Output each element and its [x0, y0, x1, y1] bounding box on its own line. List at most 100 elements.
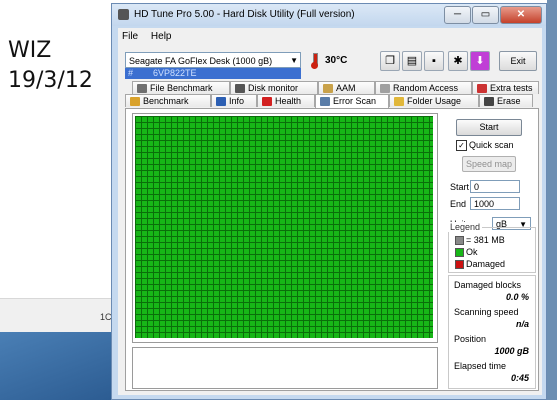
download-arrow-icon: ⬇: [475, 55, 485, 67]
tab-file-benchmark[interactable]: File Benchmark: [132, 81, 230, 94]
tab-label: Error Scan: [333, 96, 377, 106]
disk-monitor-icon: [235, 84, 245, 93]
legend-box: = 381 MB Ok Damaged: [448, 227, 536, 273]
legend-label: Damaged: [466, 259, 506, 269]
end-field[interactable]: 1000: [470, 197, 520, 210]
elapsed-time-label: Elapsed time: [454, 361, 507, 371]
start-field[interactable]: 0: [470, 180, 520, 193]
damaged-blocks-value: 0.0 %: [505, 292, 529, 302]
tab-benchmark[interactable]: Benchmark: [125, 94, 211, 107]
scanning-speed-value: n/a: [515, 319, 529, 329]
serial-number: 6VP822TE: [153, 68, 197, 78]
legend-swatch-green: [455, 248, 464, 258]
magnifier-icon: [320, 97, 330, 106]
scanning-speed-label: Scanning speed: [454, 307, 519, 317]
tab-erase[interactable]: Erase: [479, 94, 533, 107]
start-button[interactable]: Start: [456, 119, 522, 136]
menu-bar: File Help: [118, 28, 542, 45]
tab-label: Health: [275, 96, 302, 106]
minimize-button[interactable]: ─: [444, 6, 471, 24]
tab-label: Folder Usage: [407, 96, 462, 106]
maximize-button[interactable]: ▭: [472, 6, 499, 24]
copy-text-button[interactable]: ❐: [380, 51, 400, 71]
client-area: Seagate FA GoFlex Desk (1000 gB) ▼ #6VP8…: [118, 45, 542, 395]
position-value: 1000 gB: [494, 346, 529, 356]
hdtune-window: HD Tune Pro 5.00 - Hard Disk Utility (Fu…: [111, 3, 547, 400]
quick-scan-option[interactable]: ✓ Quick scan: [456, 140, 514, 152]
floppy-disk-icon: ▪: [432, 55, 436, 67]
thermometer-icon: [308, 52, 320, 70]
tab-label: Info: [229, 96, 245, 106]
settings-icon: ✱: [453, 55, 463, 67]
menu-file[interactable]: File: [122, 31, 138, 42]
tab-aam[interactable]: AAM: [318, 81, 375, 94]
exit-button[interactable]: Exit: [499, 51, 537, 71]
close-button[interactable]: ✕: [500, 6, 542, 24]
app-icon: [118, 9, 129, 20]
legend-swatch-red: [455, 260, 464, 270]
temperature-value: 30°C: [325, 55, 348, 66]
tab-extra-tests[interactable]: Extra tests: [472, 81, 539, 94]
legend-title: Legend: [448, 222, 483, 232]
health-cross-icon: [262, 97, 272, 106]
tab-row-bottom: Benchmark Info Health Error Scan Folder …: [125, 94, 539, 108]
tab-label: Disk monitor: [248, 83, 299, 93]
tab-error-scan[interactable]: Error Scan: [315, 94, 389, 108]
menu-help[interactable]: Help: [151, 31, 172, 42]
trash-icon: [484, 97, 494, 106]
legend-item-ok: Ok: [455, 247, 478, 258]
hash-label: #: [128, 68, 134, 78]
tab-label: Erase: [497, 96, 521, 106]
handwritten-note-name: WIZ: [8, 38, 52, 63]
end-field-label: End: [450, 199, 467, 209]
window-title: HD Tune Pro 5.00 - Hard Disk Utility (Fu…: [134, 9, 355, 20]
background-window-label: 1C: [100, 312, 112, 322]
tab-label: File Benchmark: [150, 83, 213, 93]
save-button[interactable]: ▪: [424, 51, 444, 71]
error-scan-panel: Start ✓ Quick scan Speed map Start 0 End …: [125, 108, 539, 391]
damaged-blocks-label: Damaged blocks: [454, 280, 522, 290]
download-button[interactable]: ⬇: [470, 51, 490, 71]
tab-info[interactable]: Info: [211, 94, 257, 107]
tab-label: Extra tests: [490, 83, 533, 93]
serial-number-row: #6VP822TE: [125, 68, 301, 79]
legend-label: = 381 MB: [466, 235, 505, 245]
scan-block-map: [135, 116, 433, 338]
tab-random-access[interactable]: Random Access: [375, 81, 472, 94]
speed-map-button[interactable]: Speed map: [462, 156, 516, 172]
legend-item-block-size: = 381 MB: [455, 235, 505, 246]
clipboard-icon: ▤: [406, 55, 418, 67]
title-bar[interactable]: HD Tune Pro 5.00 - Hard Disk Utility (Fu…: [112, 4, 546, 26]
tab-disk-monitor[interactable]: Disk monitor: [230, 81, 318, 94]
drive-select-value: Seagate FA GoFlex Desk (1000 gB): [129, 56, 273, 66]
scan-stats-box: Damaged blocks 0.0 % Scanning speed n/a …: [448, 275, 536, 389]
scan-map-frame: [132, 113, 438, 343]
options-button[interactable]: ✱: [448, 51, 468, 71]
background-window-edge: [547, 0, 557, 400]
tab-health[interactable]: Health: [257, 94, 315, 107]
tab-label: Random Access: [393, 83, 459, 93]
benchmark-icon: [130, 97, 140, 106]
background-desktop-area: [0, 332, 112, 400]
legend-item-damaged: Damaged: [455, 259, 506, 270]
quick-scan-label: Quick scan: [469, 140, 514, 150]
tab-label: Benchmark: [143, 96, 189, 106]
tab-label: AAM: [336, 83, 356, 93]
random-access-icon: [380, 84, 390, 93]
extra-tests-icon: [477, 84, 487, 93]
scan-log-area[interactable]: [132, 347, 438, 389]
folder-icon: [394, 97, 404, 106]
chevron-down-icon: ▼: [290, 56, 298, 65]
tab-folder-usage[interactable]: Folder Usage: [389, 94, 479, 107]
file-benchmark-icon: [137, 84, 147, 93]
quick-scan-checkbox[interactable]: ✓: [456, 140, 467, 152]
legend-swatch-grey: [455, 236, 464, 246]
drive-select[interactable]: Seagate FA GoFlex Desk (1000 gB) ▼: [125, 52, 301, 68]
start-field-label: Start: [450, 182, 470, 192]
copy-screenshot-button[interactable]: ▤: [402, 51, 422, 71]
position-label: Position: [454, 334, 487, 344]
info-icon: [216, 97, 226, 106]
handwritten-note-date: 19/3/12: [8, 68, 93, 93]
elapsed-time-value: 0:45: [510, 373, 529, 383]
tab-row-top: File Benchmark Disk monitor AAM Random A…: [125, 81, 539, 94]
